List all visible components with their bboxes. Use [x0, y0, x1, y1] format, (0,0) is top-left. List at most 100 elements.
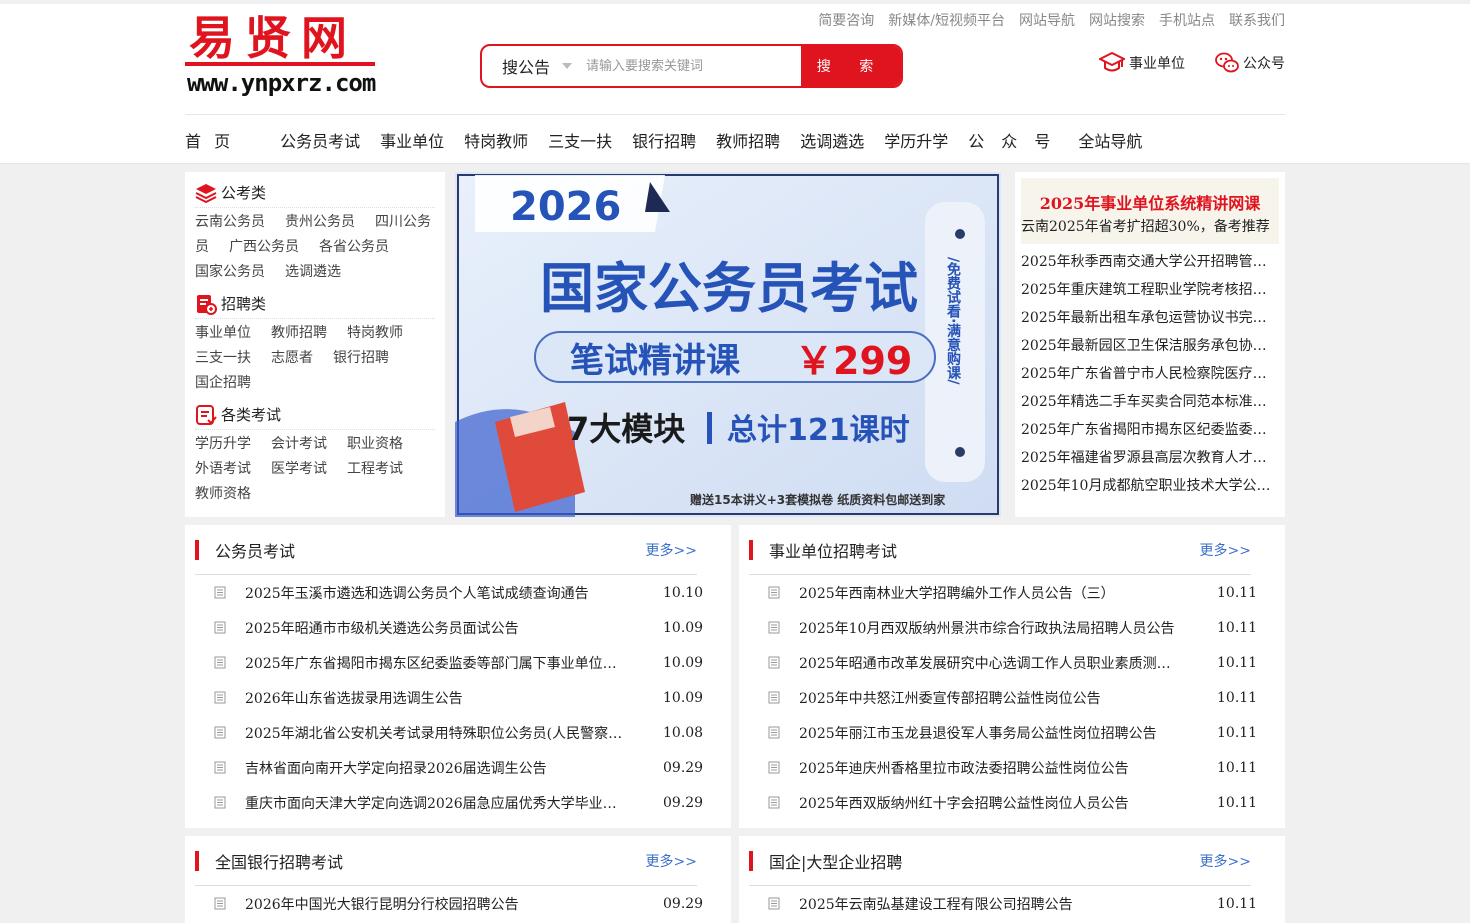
promo-banner[interactable]: 2026 国家公务员考试 笔试精讲课 ￥299 7大模块 总计121课时 /免费…: [455, 172, 1001, 517]
category-link[interactable]: 国家公务员: [195, 264, 265, 280]
more-link[interactable]: 更多>>: [1200, 851, 1251, 871]
list-item[interactable]: 2026年山东省选拔录用选调生公告 10.09: [195, 680, 703, 715]
category-link[interactable]: 事业单位: [195, 325, 251, 341]
list-item[interactable]: 2025年西双版纳州红十字会招聘公益性岗位人员公告 10.11: [749, 785, 1257, 820]
list-item[interactable]: 2025年云南弘基建设工程有限公司招聘公告 10.11: [749, 886, 1258, 921]
search-input[interactable]: [578, 46, 801, 86]
category-link[interactable]: 工程考试: [347, 461, 403, 477]
list-item[interactable]: 2025年最新出租车承包运营协议书完整...: [1021, 304, 1279, 332]
nav-teacher[interactable]: 教师招聘: [716, 128, 780, 152]
category-link[interactable]: 医学考试: [271, 461, 327, 477]
item-title[interactable]: 2026年山东省选拔录用选调生公告: [245, 688, 663, 708]
item-title[interactable]: 2025年丽江市玉龙县退役军人事务局公益性岗位招聘公告: [799, 723, 1217, 743]
list-item[interactable]: 2025年秋季西南交通大学公开招聘管理...: [1021, 248, 1279, 276]
promo-card[interactable]: 2025年事业单位系统精讲网课 云南2025年省考扩招超30%，备考推荐: [1021, 178, 1279, 244]
category-link[interactable]: 广西公务员: [229, 239, 299, 255]
panel-marker: [749, 850, 753, 871]
list-item[interactable]: 重庆市面向天津大学定向选调2026届急应届优秀大学毕业生公告 09.29: [195, 785, 703, 820]
list-item[interactable]: 吉林省面向南开大学定向招录2026届选调生公告 09.29: [195, 750, 703, 785]
nav-sanzhiyifu[interactable]: 三支一扶: [548, 128, 612, 152]
header-link-wechat[interactable]: 公众号: [1215, 52, 1285, 74]
item-title[interactable]: 2025年西南林业大学招聘编外工作人员公告（三）: [799, 583, 1217, 603]
list-item[interactable]: 2025年福建省罗源县高层次教育人才教...: [1021, 444, 1279, 472]
nav-education[interactable]: 学历升学: [884, 128, 948, 152]
toplink-contact[interactable]: 联系我们: [1229, 10, 1285, 30]
list-item[interactable]: 2025年重庆建筑工程职业学院考核招聘...: [1021, 276, 1279, 304]
list-item[interactable]: 2025年最新园区卫生保洁服务承包协议...: [1021, 332, 1279, 360]
more-link[interactable]: 更多>>: [646, 540, 697, 560]
list-item[interactable]: 2026年中国光大银行昆明分行校园招聘公告 09.29: [195, 886, 703, 921]
list-item[interactable]: 2025年中共怒江州委宣传部招聘公益性岗位公告 10.11: [749, 680, 1257, 715]
list-item[interactable]: 2025年迪庆州香格里拉市政法委招聘公益性岗位公告 10.11: [749, 750, 1257, 785]
list-item[interactable]: 2025年广东省揭阳市揭东区纪委监委等部门属下事业单位公开招聘工作人员公告10.…: [195, 645, 703, 680]
nav-bank[interactable]: 银行招聘: [632, 128, 696, 152]
more-link[interactable]: 更多>>: [1200, 540, 1251, 560]
toplink-sitesearch[interactable]: 网站搜索: [1089, 10, 1145, 30]
list-item[interactable]: 2025年玉溪市遴选和选调公务员个人笔试成绩查询通告 10.10: [195, 575, 703, 610]
nav-selection[interactable]: 选调遴选: [800, 128, 864, 152]
search-bar: 搜公告 搜 索: [480, 44, 903, 88]
promo-subtitle: 云南2025年省考扩招超30%，备考推荐: [1021, 219, 1270, 235]
item-date: 10.11: [1217, 895, 1258, 912]
nav-home[interactable]: 首 页: [185, 128, 234, 152]
category-link[interactable]: 会计考试: [271, 436, 327, 452]
category-link[interactable]: 志愿者: [271, 350, 313, 366]
item-title[interactable]: 2025年10月西双版纳州景洪市综合行政执法局招聘人员公告: [799, 618, 1217, 638]
nav-special-teacher[interactable]: 特岗教师: [464, 128, 528, 152]
category-link[interactable]: 贵州公务员: [285, 214, 355, 230]
list-item[interactable]: 2025年广东省普宁市人民检察院医疗卫...: [1021, 360, 1279, 388]
item-title[interactable]: 2026年中国光大银行昆明分行校园招聘公告: [245, 894, 663, 914]
list-item[interactable]: 2025年丽江市玉龙县退役军人事务局公益性岗位招聘公告 10.11: [749, 715, 1257, 750]
nav-all[interactable]: 全站导航: [1078, 128, 1142, 152]
item-title[interactable]: 吉林省面向南开大学定向招录2026届选调生公告: [245, 758, 663, 778]
category-link[interactable]: 教师招聘: [271, 325, 327, 341]
category-link[interactable]: 外语考试: [195, 461, 251, 477]
list-item[interactable]: 2025年昭通市市级机关遴选公务员面试公告 10.09: [195, 610, 704, 645]
header-link-institution[interactable]: 事业单位: [1099, 52, 1185, 74]
list-item[interactable]: 2025年西南林业大学招聘编外工作人员公告（三） 10.11: [749, 575, 1258, 610]
item-title[interactable]: 2025年广东省揭阳市揭东区纪委监委等部门属下事业单位公开招聘工作人员公告: [245, 653, 663, 673]
category-link[interactable]: 学历升学: [195, 436, 251, 452]
toplink-mobile[interactable]: 手机站点: [1159, 10, 1215, 30]
toplink-sitenav[interactable]: 网站导航: [1019, 10, 1075, 30]
item-date: 10.11: [1217, 584, 1258, 601]
item-title[interactable]: 2025年西双版纳州红十字会招聘公益性岗位人员公告: [799, 793, 1217, 813]
category-link[interactable]: 特岗教师: [347, 325, 403, 341]
list-item[interactable]: 2025年10月西双版纳州景洪市综合行政执法局招聘人员公告 10.11: [749, 610, 1257, 645]
nav-official-account[interactable]: 公 众 号: [968, 128, 1056, 152]
item-title[interactable]: 2025年迪庆州香格里拉市政法委招聘公益性岗位公告: [799, 758, 1217, 778]
site-logo[interactable]: 易贤网 www.ynpxrz.com: [185, 14, 376, 104]
nav-institution[interactable]: 事业单位: [380, 128, 444, 152]
search-type-select[interactable]: 搜公告: [482, 46, 578, 86]
list-item[interactable]: 2025年广东省揭阳市揭东区纪委监委等...: [1021, 416, 1279, 444]
category-link[interactable]: 云南公务员: [195, 214, 265, 230]
item-title[interactable]: 2025年昭通市改革发展研究中心选调工作人员职业素质测评公告: [799, 653, 1217, 673]
list-item[interactable]: 2025年精选二手车买卖合同范本标准版,...: [1021, 388, 1279, 416]
list-item[interactable]: 2025年湖北省公安机关考试录用特殊职位公务员(人民警察)4号公告 10.08: [195, 715, 703, 750]
item-title[interactable]: 2025年玉溪市遴选和选调公务员个人笔试成绩查询通告: [245, 583, 663, 603]
search-button[interactable]: 搜 索: [801, 46, 901, 86]
item-title[interactable]: 2025年昭通市市级机关遴选公务员面试公告: [245, 618, 663, 638]
list-item[interactable]: 2025年昭通市改革发展研究中心选调工作人员职业素质测评公告 10.11: [749, 645, 1257, 680]
toplink-consult[interactable]: 简要咨询: [818, 10, 874, 30]
item-title[interactable]: 2025年湖北省公安机关考试录用特殊职位公务员(人民警察)4号公告: [245, 723, 663, 743]
document-icon: [749, 691, 799, 704]
category-link[interactable]: 银行招聘: [333, 350, 389, 366]
side-news-list: 2025年秋季西南交通大学公开招聘管理... 2025年重庆建筑工程职业学院考核…: [1021, 248, 1279, 500]
list-item[interactable]: 2025年10月成都航空职业技术大学公开...: [1021, 472, 1279, 500]
banner-title: 国家公务员考试: [540, 257, 918, 320]
category-link[interactable]: 各省公务员: [319, 239, 389, 255]
nav-civil-servant[interactable]: 公务员考试: [280, 128, 360, 152]
category-link[interactable]: 三支一扶: [195, 350, 251, 366]
toplink-media[interactable]: 新媒体/短视频平台: [888, 10, 1005, 30]
item-title[interactable]: 2025年中共怒江州委宣传部招聘公益性岗位公告: [799, 688, 1217, 708]
item-date: 10.09: [663, 619, 704, 636]
category-link[interactable]: 职业资格: [347, 436, 403, 452]
item-title[interactable]: 重庆市面向天津大学定向选调2026届急应届优秀大学毕业生公告: [245, 793, 663, 813]
header-link-label: 事业单位: [1129, 56, 1185, 72]
category-link[interactable]: 选调遴选: [285, 264, 341, 280]
more-link[interactable]: 更多>>: [646, 851, 697, 871]
item-title[interactable]: 2025年云南弘基建设工程有限公司招聘公告: [799, 894, 1217, 914]
category-link[interactable]: 教师资格: [195, 486, 251, 502]
category-link[interactable]: 国企招聘: [195, 375, 251, 391]
